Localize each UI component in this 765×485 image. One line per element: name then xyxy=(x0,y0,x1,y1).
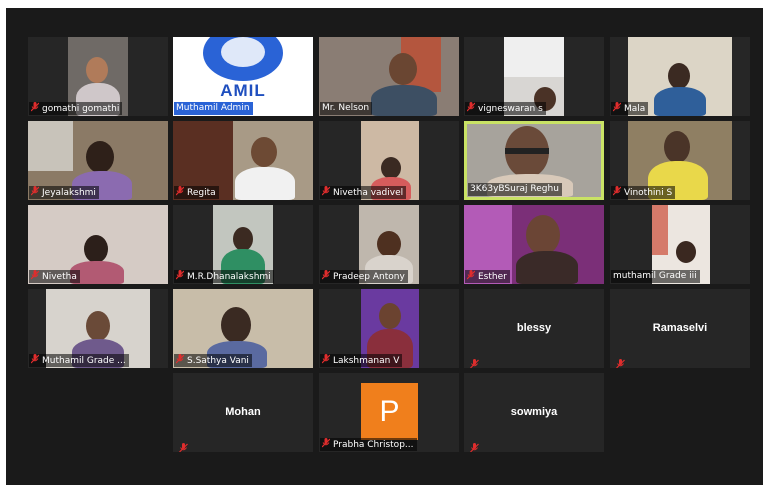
participant-tile-sowmiya[interactable]: sowmiya xyxy=(464,373,604,452)
participant-name-label: Prabha Christop... xyxy=(320,438,417,451)
muted-microphone-icon xyxy=(31,102,39,112)
participant-tile-mohan[interactable]: Mohan xyxy=(173,373,313,452)
participant-tile-muthamil-grade-iii[interactable]: muthamil Grade iii xyxy=(610,205,750,284)
muted-microphone-icon xyxy=(467,102,475,112)
participant-tile-vigneswaran[interactable]: vigneswaran s xyxy=(464,37,604,116)
participant-name: sowmiya xyxy=(510,406,558,418)
participant-name-label: Lakshmanan V xyxy=(320,354,403,367)
muted-microphone-icon xyxy=(31,186,39,196)
muted-microphone-icon xyxy=(176,186,184,196)
participant-name-label: Pradeep Antony xyxy=(320,270,408,283)
participant-name-label: Nivetha xyxy=(29,270,80,283)
muted-microphone-icon xyxy=(179,438,188,452)
participant-name-label: Muthamil Grade ... xyxy=(29,354,129,367)
muted-microphone-icon xyxy=(613,186,621,196)
participant-tile-pradeep-antony[interactable]: Pradeep Antony xyxy=(319,205,459,284)
participant-tile-muthamil-grade[interactable]: Muthamil Grade ... xyxy=(28,289,168,368)
participant-name-label: Regita xyxy=(174,186,219,199)
participant-name: Mohan xyxy=(225,406,261,418)
participant-name-label: Mr. Nelson xyxy=(320,102,373,115)
participant-tile-dhanalakshmi[interactable]: M.R.Dhanalakshmi xyxy=(173,205,313,284)
muted-microphone-icon xyxy=(31,270,39,280)
participant-tile-suraj-reghu[interactable]: 3K63yBSuraj Reghu xyxy=(464,121,604,200)
participant-name-label: muthamil Grade iii xyxy=(611,270,700,283)
participant-name-label: Vinothini S xyxy=(611,186,676,199)
participant-tile-lakshmanan[interactable]: Lakshmanan V xyxy=(319,289,459,368)
muted-microphone-icon xyxy=(176,354,184,364)
muted-microphone-icon xyxy=(322,186,330,196)
participant-name: Ramaselvi xyxy=(652,322,708,334)
participant-avatar: P xyxy=(361,383,418,440)
participant-tile-esther[interactable]: Esther xyxy=(464,205,604,284)
participant-tile-mr-nelson[interactable]: Mr. Nelson xyxy=(319,37,459,116)
participant-tile-prabha[interactable]: P Prabha Christop... xyxy=(319,373,459,452)
participant-name-label: Nivetha vadivel xyxy=(320,186,407,199)
muted-microphone-icon xyxy=(322,270,330,280)
participant-tile-muthamil-admin[interactable]: AMIL Muthamil Admin xyxy=(173,37,313,116)
muted-microphone-icon xyxy=(470,354,479,368)
muted-microphone-icon xyxy=(470,438,479,452)
participant-tile-vinothini[interactable]: Vinothini S xyxy=(610,121,750,200)
muted-microphone-icon xyxy=(616,354,625,368)
participant-name-label: vigneswaran s xyxy=(465,102,546,115)
participant-name-label: Muthamil Admin xyxy=(174,102,253,115)
participant-name: blessy xyxy=(516,322,552,334)
participant-tile-gomathi[interactable]: gomathi gomathi xyxy=(28,37,168,116)
gallery-view: gomathi gomathi AMIL Muthamil Admin Mr. … xyxy=(6,8,763,485)
participant-name-label: Esther xyxy=(465,270,510,283)
participant-name-label: Mala xyxy=(611,102,649,115)
participant-tile-jeyalakshmi[interactable]: Jeyalakshmi xyxy=(28,121,168,200)
participant-tile-blessy[interactable]: blessy xyxy=(464,289,604,368)
participant-name-label: S.Sathya Vani xyxy=(174,354,252,367)
participant-name-label: gomathi gomathi xyxy=(29,102,123,115)
participant-tile-regita[interactable]: Regita xyxy=(173,121,313,200)
participant-tile-mala[interactable]: Mala xyxy=(610,37,750,116)
participant-tile-nivetha-vadivel[interactable]: Nivetha vadivel xyxy=(319,121,459,200)
participant-name-label: M.R.Dhanalakshmi xyxy=(174,270,274,283)
participant-tile-sathya-vani[interactable]: S.Sathya Vani xyxy=(173,289,313,368)
participant-tile-ramaselvi[interactable]: Ramaselvi xyxy=(610,289,750,368)
muted-microphone-icon xyxy=(176,270,184,280)
muted-microphone-icon xyxy=(31,354,39,364)
participant-name-label: Jeyalakshmi xyxy=(29,186,99,199)
participant-tile-nivetha[interactable]: Nivetha xyxy=(28,205,168,284)
muted-microphone-icon xyxy=(322,438,330,448)
muted-microphone-icon xyxy=(322,354,330,364)
muted-microphone-icon xyxy=(467,270,475,280)
participant-name-label: 3K63yBSuraj Reghu xyxy=(468,183,562,196)
muted-microphone-icon xyxy=(613,102,621,112)
